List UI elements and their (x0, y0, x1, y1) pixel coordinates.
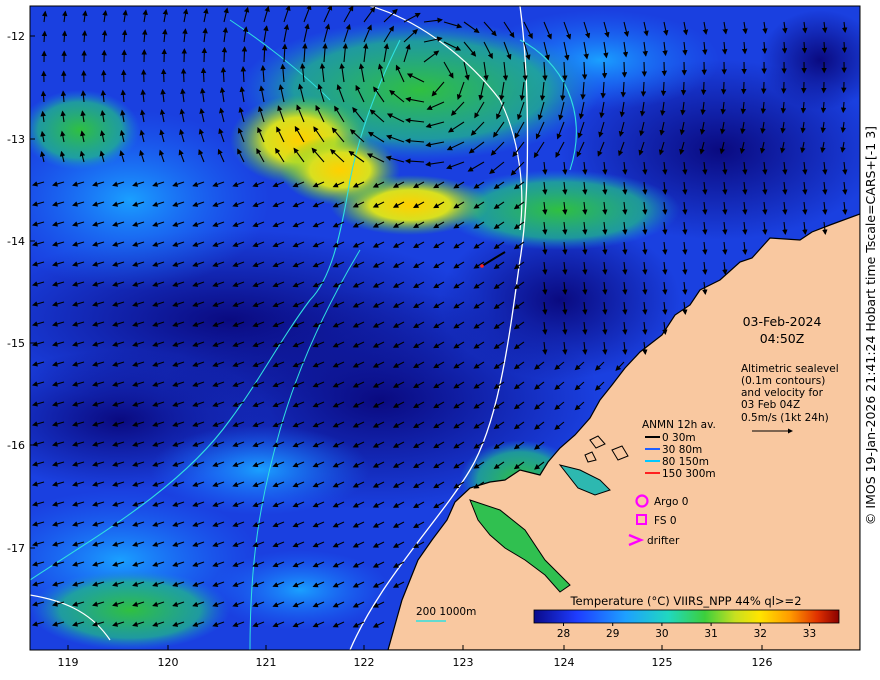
lon-tick-label: 120 (158, 656, 179, 669)
altimetry-line: Altimetric sealevel (741, 363, 839, 375)
altimetry-line: (0.1m contours) (741, 375, 825, 387)
lon-tick-label: 124 (554, 656, 575, 669)
anmn-depth-label: 80 150m (662, 456, 709, 468)
colorbar-tick-label: 33 (803, 628, 816, 640)
velocity-arrow (601, 61, 608, 79)
velocity-arrow (180, 68, 187, 83)
velocity-arrow (261, 44, 268, 63)
platform-label: drifter (647, 535, 680, 547)
lat-tick-label: -12 (7, 30, 25, 43)
lon-tick-label: 126 (752, 656, 773, 669)
lat-tick-label: -14 (7, 235, 25, 248)
copyright-strip: © IMOS 19-Jan-2026 21:41:24 Hobart time … (862, 0, 880, 650)
sst-map: -12 -13 -14 -15 -16 -17 119 120 121 122 … (7, 5, 861, 669)
platform-label: FS 0 (654, 515, 677, 527)
velocity-arrow (200, 67, 207, 83)
colorbar-tick-label: 30 (655, 628, 668, 640)
velocity-arrow (801, 41, 808, 54)
lon-tick-label: 125 (652, 656, 673, 669)
anmn-depth-label: 0 30m (662, 432, 696, 444)
colorbar-title: Temperature (°C) VIIRS_NPP 44% ql>=2 (569, 594, 801, 608)
velocity-arrow (241, 45, 248, 63)
velocity-arrow (221, 46, 228, 63)
anmn-title: ANMN 12h av. (642, 419, 716, 431)
lat-tick-label: -16 (7, 439, 25, 452)
mooring-point (480, 264, 484, 268)
altimetry-line: 03 Feb 04Z (741, 399, 800, 411)
isobath-label: 200 1000m (416, 606, 476, 618)
velocity-arrow (841, 41, 848, 54)
velocity-arrow (640, 81, 647, 97)
velocity-arrow (660, 81, 667, 97)
colorbar-tick-label: 32 (754, 628, 767, 640)
colorbar-tick-label: 29 (606, 628, 619, 640)
velocity-arrow (700, 81, 707, 96)
time-label: 04:50Z (760, 331, 805, 346)
date-label: 03-Feb-2024 (743, 314, 822, 329)
altimetry-line: 0.5m/s (1kt 24h) (741, 412, 829, 424)
lon-tick-label: 121 (256, 656, 277, 669)
lat-tick-label: -15 (7, 337, 25, 350)
velocity-arrow (641, 61, 648, 77)
lon-tick-label: 123 (453, 656, 474, 669)
lat-tick-label: -13 (7, 133, 25, 146)
altimetry-line: and velocity for (741, 387, 824, 399)
velocity-arrow (680, 81, 687, 96)
anmn-depth-label: 30 80m (662, 444, 702, 456)
lat-tick-label: -17 (7, 542, 25, 555)
anmn-depth-label: 150 300m (662, 468, 716, 480)
lon-tick-label: 122 (354, 656, 375, 669)
colorbar-tick-label: 28 (557, 628, 570, 640)
copyright-text: © IMOS 19-Jan-2026 21:41:24 Hobart time … (863, 125, 879, 525)
velocity-arrow (821, 41, 828, 54)
velocity-arrow (621, 61, 628, 78)
colorbar-ramp (533, 609, 840, 624)
velocity-arrow (41, 30, 48, 43)
colorbar-tick-label: 31 (704, 628, 717, 640)
velocity-arrow (160, 68, 167, 83)
velocity-arrow (840, 101, 847, 114)
platform-label: Argo 0 (654, 496, 688, 508)
lon-tick-label: 119 (58, 656, 79, 669)
